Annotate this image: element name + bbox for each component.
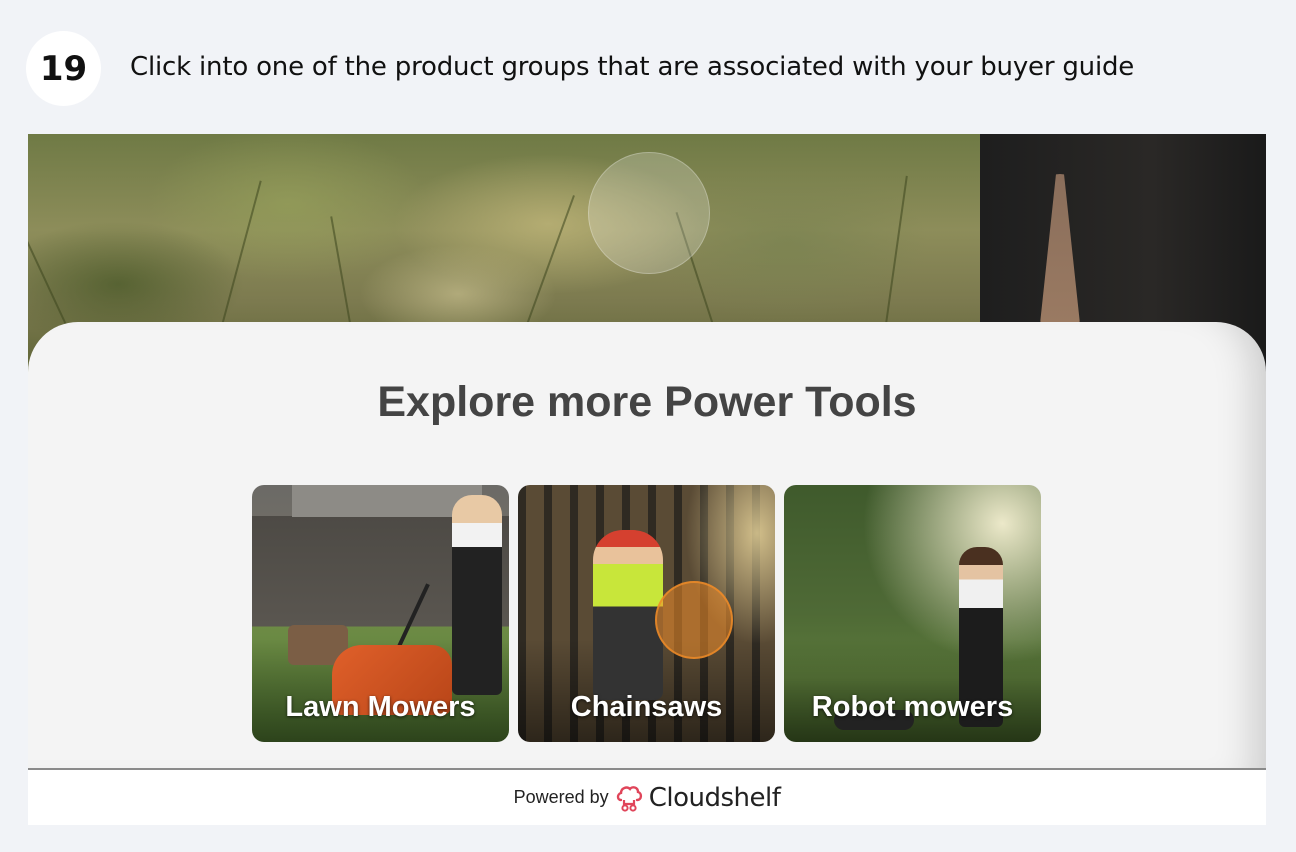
screenshot-frame: Explore more Power Tools Lawn Mowers Cha…: [28, 134, 1266, 825]
cloudshelf-logo-icon: [616, 785, 642, 812]
step-number-badge: 19: [26, 31, 101, 106]
click-indicator: [588, 152, 710, 274]
category-card-lawn-mowers[interactable]: Lawn Mowers: [252, 485, 509, 742]
step-instruction: Click into one of the product groups tha…: [130, 52, 1135, 82]
powered-by-text: Powered by: [513, 787, 609, 807]
powered-by-footer[interactable]: Powered by Cloudshelf: [28, 770, 1266, 825]
category-card-label: Lawn Mowers: [285, 691, 476, 723]
panel-title: Explore more Power Tools: [377, 378, 917, 426]
category-card-robot-mowers[interactable]: Robot mowers: [784, 485, 1041, 742]
brand-name: Cloudshelf: [648, 782, 781, 813]
category-card-label: Chainsaws: [570, 691, 723, 723]
category-card-chainsaws[interactable]: Chainsaws: [518, 485, 775, 742]
click-target-indicator: [655, 581, 733, 659]
category-card-label: Robot mowers: [811, 691, 1014, 723]
